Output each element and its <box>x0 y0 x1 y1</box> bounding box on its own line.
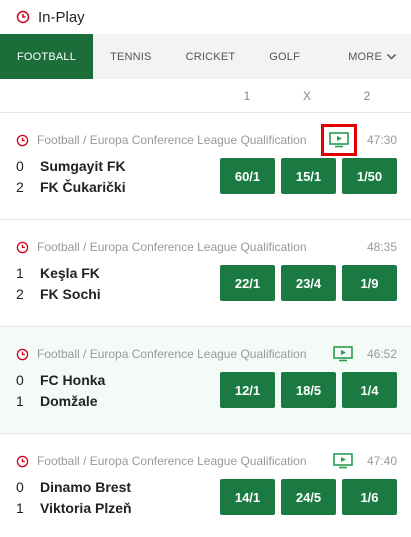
away-score: 2 <box>16 178 24 195</box>
home-score: 0 <box>16 478 24 495</box>
home-team: 0 FC Honka <box>16 369 220 390</box>
odds-draw-button[interactable]: 18/5 <box>281 372 336 408</box>
match-row[interactable]: Football / Europa Conference League Qual… <box>0 326 411 433</box>
column-header-2: 2 <box>363 88 371 103</box>
page-header: In-Play <box>0 0 411 34</box>
match-meta: Football / Europa Conference League Qual… <box>16 220 397 258</box>
column-header-x: X <box>302 88 311 103</box>
teams[interactable]: 0 FC Honka 1 Domžale <box>16 369 220 411</box>
match-time: 46:52 <box>366 347 397 361</box>
league-name: Football / Europa Conference League Qual… <box>37 133 307 147</box>
tab-cricket[interactable]: CRICKET <box>169 34 253 79</box>
home-team: 0 Sumgayit FK <box>16 155 220 176</box>
clock-icon <box>16 455 29 467</box>
odds-away-button[interactable]: 1/9 <box>342 265 397 301</box>
home-team-name: Dinamo Brest <box>40 478 132 495</box>
away-team: 1 Viktoria Plzeň <box>16 497 220 518</box>
away-team-name: FK Sochi <box>40 285 101 302</box>
clock-icon <box>16 241 29 253</box>
odds-away-button[interactable]: 1/4 <box>342 372 397 408</box>
tab-football[interactable]: FOOTBALL <box>0 34 94 79</box>
match-meta: Football / Europa Conference League Qual… <box>16 113 397 156</box>
match-meta: Football / Europa Conference League Qual… <box>16 327 397 365</box>
away-score: 1 <box>16 392 24 409</box>
tab-tennis[interactable]: TENNIS <box>93 34 169 79</box>
match-row[interactable]: Football / Europa Conference League Qual… <box>0 433 411 537</box>
home-team-name: Keşla FK <box>40 264 100 281</box>
clock-icon <box>16 348 29 360</box>
home-score: 0 <box>16 157 24 174</box>
home-score: 0 <box>16 371 24 388</box>
odds-home-button[interactable]: 14/1 <box>220 479 275 515</box>
away-score: 1 <box>16 499 24 516</box>
league-name: Football / Europa Conference League Qual… <box>37 347 307 361</box>
page-title: In-Play <box>38 8 85 26</box>
odds-buttons: 60/1 15/1 1/50 <box>220 158 397 194</box>
away-team: 1 Domžale <box>16 390 220 411</box>
odds-draw-button[interactable]: 24/5 <box>281 479 336 515</box>
clock-icon <box>16 134 29 146</box>
match-row[interactable]: Football / Europa Conference League Qual… <box>0 112 411 219</box>
away-score: 2 <box>16 285 24 302</box>
odds-home-button[interactable]: 22/1 <box>220 265 275 301</box>
clock-icon <box>16 10 30 24</box>
live-stream-tv-icon[interactable] <box>329 132 349 148</box>
sport-tabs: FOOTBALL TENNIS CRICKET GOLF MORE <box>0 34 411 79</box>
league-name: Football / Europa Conference League Qual… <box>37 454 307 468</box>
odds-home-button[interactable]: 12/1 <box>220 372 275 408</box>
match-time: 47:30 <box>366 133 397 147</box>
away-team-name: Viktoria Plzeň <box>40 499 132 516</box>
home-team-name: Sumgayit FK <box>40 157 126 174</box>
teams[interactable]: 0 Dinamo Brest 1 Viktoria Plzeň <box>16 476 220 518</box>
live-stream-tv-icon[interactable] <box>333 346 353 362</box>
away-team-name: FK Čukarički <box>40 178 126 195</box>
match-list: Football / Europa Conference League Qual… <box>0 112 411 537</box>
odds-buttons: 22/1 23/4 1/9 <box>220 265 397 301</box>
away-team-name: Domžale <box>40 392 98 409</box>
teams[interactable]: 1 Keşla FK 2 FK Sochi <box>16 262 220 304</box>
column-header-1: 1 <box>243 88 251 103</box>
away-team: 2 FK Sochi <box>16 283 220 304</box>
match-row[interactable]: Football / Europa Conference League Qual… <box>0 219 411 326</box>
home-team: 1 Keşla FK <box>16 262 220 283</box>
match-time: 48:35 <box>366 240 397 254</box>
home-team-name: FC Honka <box>40 371 106 388</box>
odds-away-button[interactable]: 1/6 <box>342 479 397 515</box>
odds-home-button[interactable]: 60/1 <box>220 158 275 194</box>
tab-more[interactable]: MORE <box>331 34 411 79</box>
more-label: MORE <box>348 50 382 63</box>
home-score: 1 <box>16 264 24 281</box>
chevron-down-icon <box>386 53 397 60</box>
away-team: 2 FK Čukarički <box>16 176 220 197</box>
league-name: Football / Europa Conference League Qual… <box>37 240 307 254</box>
live-stream-highlight <box>320 124 357 156</box>
odds-draw-button[interactable]: 23/4 <box>281 265 336 301</box>
odds-away-button[interactable]: 1/50 <box>342 158 397 194</box>
odds-draw-button[interactable]: 15/1 <box>281 158 336 194</box>
live-stream-tv-icon[interactable] <box>333 453 353 469</box>
tab-golf[interactable]: GOLF <box>252 34 317 79</box>
odds-buttons: 12/1 18/5 1/4 <box>220 372 397 408</box>
match-time: 47:40 <box>366 454 397 468</box>
odds-column-headers: 1 X 2 <box>0 79 411 112</box>
teams[interactable]: 0 Sumgayit FK 2 FK Čukarički <box>16 155 220 197</box>
match-meta: Football / Europa Conference League Qual… <box>16 434 397 472</box>
home-team: 0 Dinamo Brest <box>16 476 220 497</box>
odds-buttons: 14/1 24/5 1/6 <box>220 479 397 515</box>
